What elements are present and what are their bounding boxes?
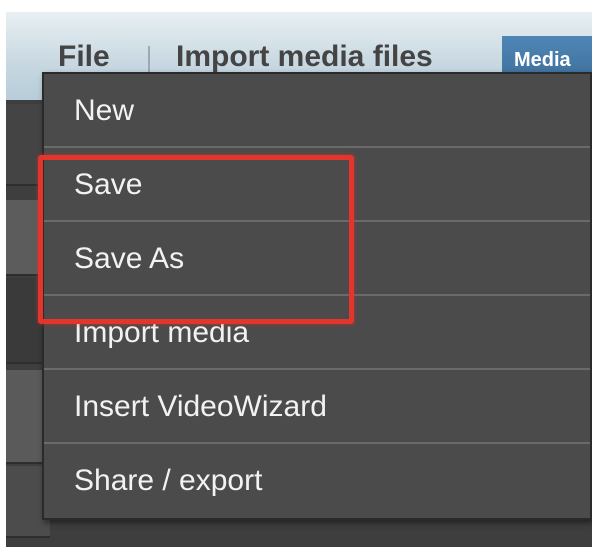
menu-item-save[interactable]: Save [44, 148, 590, 222]
menu-item-new[interactable]: New [44, 74, 590, 148]
menu-file[interactable]: File [58, 40, 110, 74]
menu-import-media-files[interactable]: Import media files [176, 40, 433, 74]
menu-item-share-export[interactable]: Share / export [44, 444, 590, 518]
menu-item-insert-videowizard[interactable]: Insert VideoWizard [44, 370, 590, 444]
menu-item-import-media[interactable]: Import media [44, 296, 590, 370]
file-dropdown-menu: New Save Save As Import media Insert Vid… [42, 72, 592, 520]
menu-item-save-as[interactable]: Save As [44, 222, 590, 296]
